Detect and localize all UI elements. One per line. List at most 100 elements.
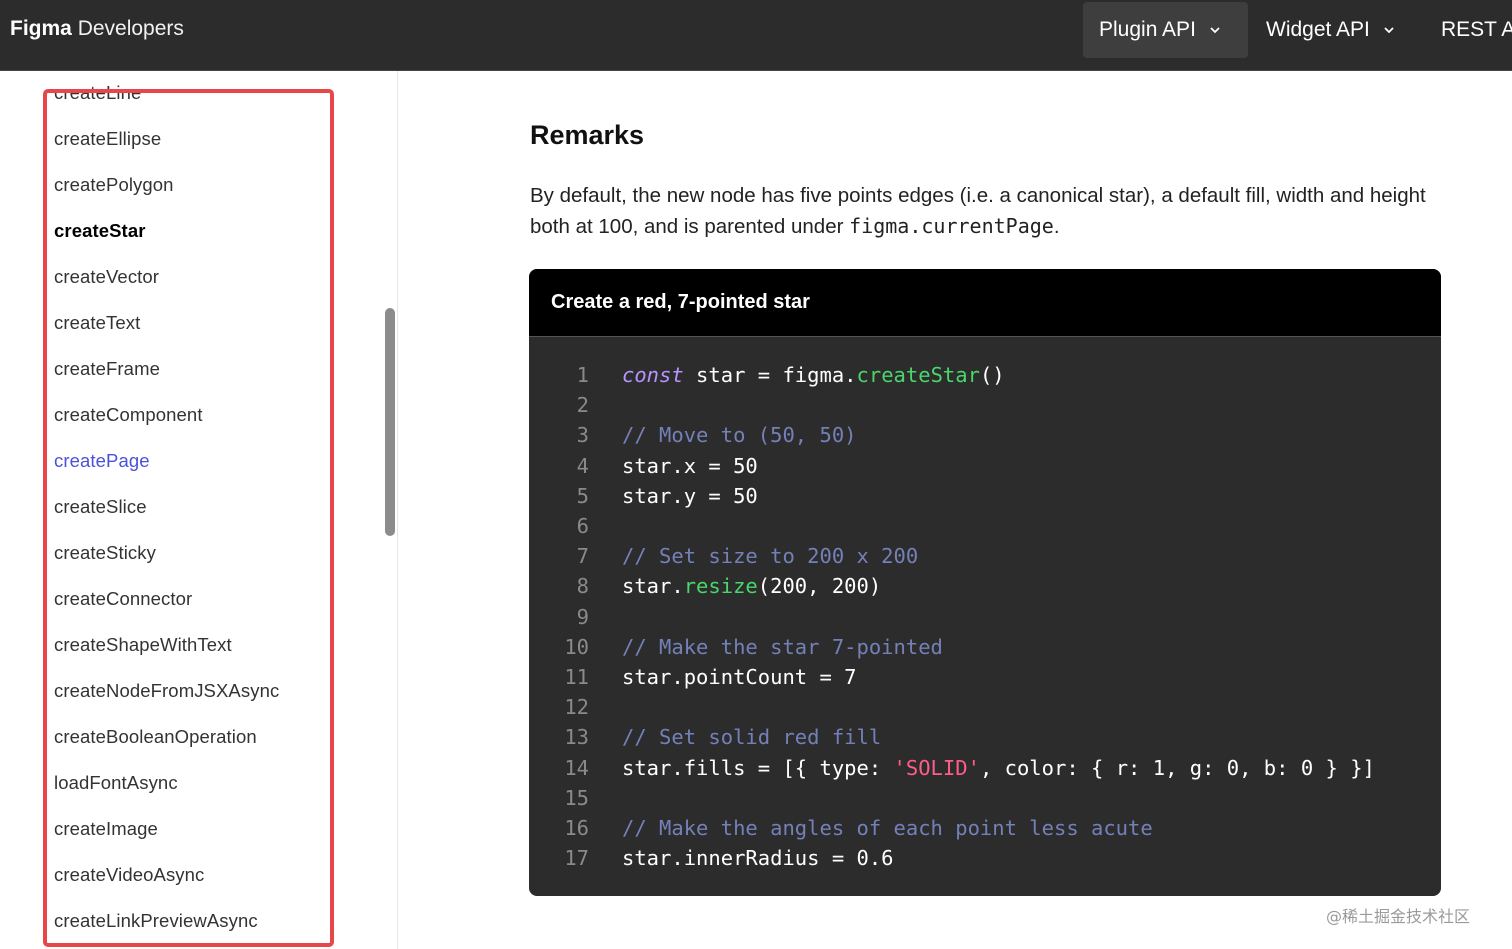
code-line: 9 [529, 602, 1441, 632]
remarks-paragraph: By default, the new node has five points… [530, 180, 1430, 242]
line-number: 7 [576, 544, 589, 569]
nav-widget-api[interactable]: Widget API [1250, 2, 1415, 58]
code-text: // Set size to 200 x 200 [622, 541, 918, 571]
remarks-end: . [1053, 215, 1060, 238]
code-token: star. [622, 574, 684, 599]
line-number: 13 [564, 725, 589, 750]
code-token: const [622, 363, 684, 387]
sidebar-item-load-font-async[interactable]: loadFontAsync [54, 772, 178, 794]
line-number: 4 [576, 453, 589, 478]
code-token: 'SOLID' [893, 755, 980, 780]
line-number: 12 [564, 695, 589, 720]
line-number: 11 [564, 665, 589, 689]
code-line: 12 [529, 692, 1441, 722]
code-token: star.pointCount = 7 [622, 665, 857, 689]
code-text: // Make the angles of each point less ac… [622, 813, 1153, 843]
sidebar-item-create-ellipse[interactable]: createEllipse [54, 128, 161, 150]
code-token: // Make the star 7-pointed [622, 634, 943, 659]
sidebar-item-create-boolean-operation[interactable]: createBooleanOperation [54, 726, 257, 748]
code-line: 10 // Make the star 7-pointed [529, 632, 1441, 662]
code-line: 16 // Make the angles of each point less … [529, 813, 1441, 843]
brand-name: Figma [10, 17, 72, 40]
sidebar-item-create-vector[interactable]: createVector [54, 266, 159, 288]
sidebar-item-create-shape-with-text[interactable]: createShapeWithText [54, 634, 232, 656]
code-line: 7 // Set size to 200 x 200 [529, 541, 1441, 571]
brand-logo[interactable]: Figma Developers [10, 17, 184, 41]
code-text: // Make the star 7-pointed [622, 632, 943, 662]
code-token: star.y = 50 [622, 483, 758, 508]
line-number: 17 [564, 846, 589, 871]
line-number: 14 [564, 755, 589, 780]
code-token: () [979, 363, 1005, 387]
code-text: star.y = 50 [622, 481, 758, 511]
code-line: 1 const star = figma.createStar() [529, 360, 1441, 390]
code-line: 13 // Set solid red fill [529, 722, 1441, 752]
line-number: 8 [576, 574, 589, 599]
code-line: 6 [529, 511, 1441, 541]
sidebar-item-create-star[interactable]: createStar [54, 220, 146, 242]
line-number: 9 [576, 604, 589, 629]
sidebar-item-create-component[interactable]: createComponent [54, 404, 203, 426]
remarks-inline-code: figma.currentPage [849, 214, 1054, 238]
code-line: 2 [529, 390, 1441, 420]
code-line: 17 star.innerRadius = 0.6 [529, 843, 1441, 873]
brand-subtitle: Developers [77, 17, 184, 40]
line-number: 2 [576, 393, 589, 418]
sidebar-item-create-slice[interactable]: createSlice [54, 496, 147, 518]
sidebar-item-create-node-from-jsx-async[interactable]: createNodeFromJSXAsync [54, 680, 279, 702]
code-token: // Make the angles of each point less ac… [622, 816, 1153, 840]
line-number: 1 [576, 363, 589, 387]
code-token: // Set solid red fill [622, 725, 882, 750]
code-token: (200, 200) [757, 574, 882, 599]
sidebar-item-create-polygon[interactable]: createPolygon [54, 174, 174, 196]
code-token: // Set size to 200 x 200 [622, 544, 919, 569]
nav-rest-api-label: REST A [1441, 18, 1512, 41]
code-token: star = figma. [683, 363, 857, 387]
code-line: 8 star.resize(200, 200) [529, 571, 1441, 601]
code-text: star.x = 50 [622, 451, 758, 481]
chevron-down-icon [1208, 23, 1222, 37]
code-text: star.fills = [{ type: 'SOLID', color: { … [622, 753, 1375, 783]
sidebar-item-create-video-async[interactable]: createVideoAsync [54, 864, 204, 886]
nav-plugin-api[interactable]: Plugin API [1083, 2, 1248, 58]
watermark: @稀土掘金技术社区 [1326, 907, 1471, 926]
chevron-down-icon [1382, 23, 1396, 37]
sidebar: createLine createEllipse createPolygon c… [0, 71, 398, 949]
code-line: 15 [529, 783, 1441, 813]
sidebar-item-create-line[interactable]: createLine [54, 82, 141, 104]
sidebar-item-create-sticky[interactable]: createSticky [54, 542, 156, 564]
code-text: // Set solid red fill [622, 722, 881, 752]
line-number: 10 [564, 634, 589, 659]
nav-widget-api-label: Widget API [1266, 18, 1370, 41]
code-line: 3 // Move to (50, 50) [529, 420, 1441, 450]
code-token: // Move to (50, 50) [622, 423, 857, 448]
code-text: // Move to (50, 50) [622, 420, 857, 450]
line-number: 15 [564, 785, 589, 810]
code-line: 4 star.x = 50 [529, 451, 1441, 481]
sidebar-scrollbar[interactable] [385, 308, 395, 536]
code-token: createStar [856, 363, 980, 387]
sidebar-item-create-connector[interactable]: createConnector [54, 588, 192, 610]
code-token: , color: { r: 1, g: 0, b: 0 } }] [979, 755, 1375, 780]
code-example-card: Create a red, 7-pointed star 1 const star… [529, 269, 1441, 896]
code-text: const star = figma.createStar() [622, 360, 1005, 390]
top-navigation-bar: Figma Developers Plugin API Widget API R… [0, 0, 1512, 71]
code-line: 11 star.pointCount = 7 [529, 662, 1441, 692]
code-example-title: Create a red, 7-pointed star [529, 269, 1441, 337]
code-line: 14 star.fills = [{ type: 'SOLID', color: … [529, 753, 1441, 783]
sidebar-item-create-text[interactable]: createText [54, 312, 140, 334]
code-token: resize [683, 574, 758, 599]
sidebar-item-create-frame[interactable]: createFrame [54, 358, 160, 380]
line-number: 5 [576, 483, 589, 508]
code-text: star.innerRadius = 0.6 [622, 843, 894, 873]
nav-rest-api[interactable]: REST A [1425, 2, 1512, 58]
code-text: star.pointCount = 7 [622, 662, 857, 692]
sidebar-item-create-page[interactable]: createPage [54, 450, 150, 472]
line-number: 3 [576, 423, 589, 448]
code-line: 5 star.y = 50 [529, 481, 1441, 511]
line-number: 6 [576, 514, 589, 538]
section-title: Remarks [530, 120, 645, 150]
code-token: star.fills = [{ type: [622, 755, 894, 780]
sidebar-item-create-link-preview-async[interactable]: createLinkPreviewAsync [54, 910, 258, 932]
sidebar-item-create-image[interactable]: createImage [54, 818, 158, 840]
